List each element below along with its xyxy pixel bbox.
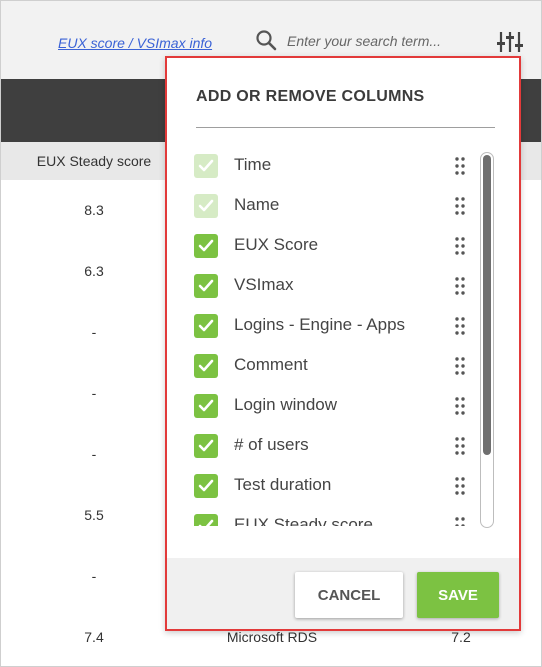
column-option-label: # of users [234, 435, 309, 454]
drag-handle-icon[interactable] [454, 276, 466, 296]
column-list: Time Name EUX Score VSImax Logins - Engine -… [167, 146, 497, 526]
cell-eux-steady-score: - [91, 446, 97, 462]
column-checkbox [194, 154, 218, 178]
drag-handle-icon[interactable] [454, 196, 466, 216]
column-option[interactable]: Test duration [194, 472, 474, 500]
column-option[interactable]: EUX Steady score [194, 512, 474, 526]
column-option-label: Logins - Engine - Apps [234, 315, 406, 334]
column-option-label: Comment [234, 355, 308, 374]
drag-handle-icon[interactable] [454, 356, 466, 376]
column-settings-icon[interactable] [495, 29, 525, 55]
column-checkbox[interactable] [194, 314, 218, 338]
column-option-label: Test duration [234, 475, 332, 494]
drag-handle-icon[interactable] [454, 516, 466, 526]
column-option-label: Time [234, 155, 272, 174]
column-option[interactable]: Name [194, 192, 474, 220]
column-checkbox[interactable] [194, 354, 218, 378]
column-checkbox[interactable] [194, 434, 218, 458]
cell-eux-steady-score: - [91, 385, 97, 401]
drag-handle-icon[interactable] [454, 436, 466, 456]
column-option[interactable]: Time [194, 152, 474, 180]
drag-handle-icon[interactable] [454, 156, 466, 176]
eux-vsimax-info-link[interactable]: EUX score / VSImax info [58, 35, 212, 51]
column-chooser-panel: ADD OR REMOVE COLUMNS Time Name EUX Score V… [165, 56, 521, 631]
column-header-eux-steady[interactable]: EUX Steady score [1, 142, 187, 180]
column-checkbox[interactable] [194, 274, 218, 298]
column-option[interactable]: Logins - Engine - Apps [194, 312, 474, 340]
cell-eux-steady-score: 5.5 [84, 507, 104, 523]
column-checkbox[interactable] [194, 394, 218, 418]
column-option-label: EUX Score [234, 235, 319, 254]
scrollbar-thumb[interactable] [483, 155, 491, 455]
cell-eux-steady-score: - [91, 324, 97, 340]
column-option-label: VSImax [234, 275, 294, 294]
search-input[interactable] [287, 31, 469, 51]
search-box [255, 29, 475, 55]
drag-handle-icon[interactable] [454, 236, 466, 256]
column-option[interactable]: EUX Score [194, 232, 474, 260]
drag-handle-icon[interactable] [454, 476, 466, 496]
column-option[interactable]: # of users [194, 432, 474, 460]
app-frame: EUX score / VSImax info EUX Steady score… [0, 0, 542, 667]
drag-handle-icon[interactable] [454, 316, 466, 336]
column-checkbox[interactable] [194, 514, 218, 526]
column-checkbox[interactable] [194, 234, 218, 258]
cell-eux-steady-score: 6.3 [84, 263, 104, 279]
cancel-button[interactable]: CANCEL [295, 572, 403, 618]
cell-eux-steady-score: 7.4 [84, 629, 104, 645]
column-option-label: EUX Steady score [234, 515, 373, 526]
drag-handle-icon[interactable] [454, 396, 466, 416]
column-option-label: Name [234, 195, 280, 214]
column-option[interactable]: VSImax [194, 272, 474, 300]
column-checkbox[interactable] [194, 474, 218, 498]
column-checkbox [194, 194, 218, 218]
column-option-label: Login window [234, 395, 338, 414]
column-list-scrollbar[interactable] [480, 152, 494, 528]
save-button[interactable]: SAVE [417, 572, 499, 618]
cell-eux-steady-score: 8.3 [84, 202, 104, 218]
panel-footer: CANCEL SAVE [167, 558, 519, 629]
column-option[interactable]: Comment [194, 352, 474, 380]
cell-eux-steady-score: - [91, 568, 97, 584]
panel-title: ADD OR REMOVE COLUMNS [196, 88, 425, 105]
panel-divider [196, 127, 495, 128]
column-option[interactable]: Login window [194, 392, 474, 420]
search-icon[interactable] [255, 29, 277, 51]
